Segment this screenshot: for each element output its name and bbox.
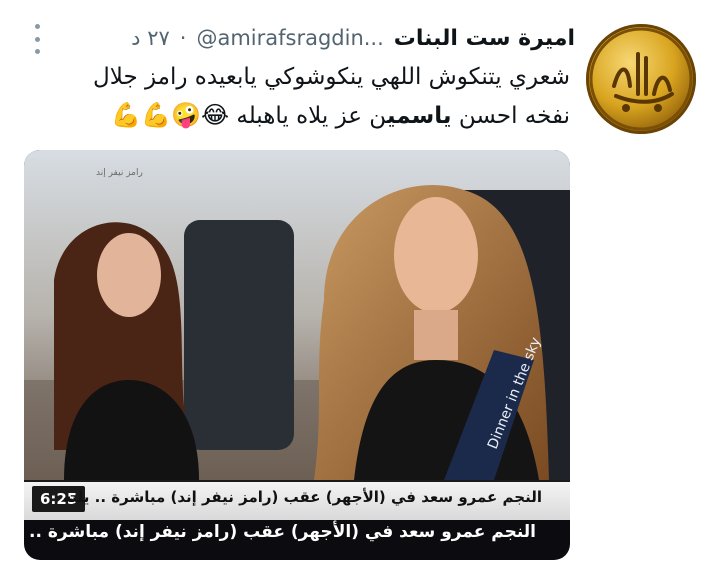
timestamp[interactable]: ٢٧ د xyxy=(131,26,170,50)
watermark: رامز نيفر إند xyxy=(96,168,143,178)
tweet-media-image[interactable]: Dinner in the sky رامز نيفر إند 6:25 الن… xyxy=(24,150,570,560)
separator-dot: · xyxy=(179,26,187,50)
calligraphy-icon xyxy=(589,27,693,131)
tweet-text: شعري يتنكوش اللهي ينكوشوكي يابعيده رامز … xyxy=(30,58,570,135)
user-handle[interactable]: @amirafsragdin... xyxy=(196,26,383,50)
tweet-header: اميرة ست البنات @amirafsragdin... · ٢٧ د xyxy=(30,22,575,54)
ticker-text: النجم عمرو سعد في (الأجهر) عقب (رامز نيف… xyxy=(62,488,542,506)
tweet-line-2: نفخه احسن ياسمين عز يلاه ياهبله 😂🤪💪💪 xyxy=(30,96,570,135)
avatar[interactable] xyxy=(586,24,696,134)
tweet-line-2-end: ن عز يلاه ياهبله xyxy=(229,103,387,129)
tweet-card[interactable]: اميرة ست البنات @amirafsragdin... · ٢٧ د… xyxy=(0,0,720,580)
more-vertical-icon[interactable] xyxy=(30,24,44,54)
display-name[interactable]: اميرة ست البنات xyxy=(394,26,575,51)
tweet-line-1: شعري يتنكوش اللهي ينكوشوكي يابعيده رامز … xyxy=(93,64,570,90)
news-ticker: 6:25 النجم عمرو سعد في (الأجهر) عقب (رام… xyxy=(24,480,570,520)
tweet-bold-word: ياسمي xyxy=(386,103,452,129)
emoji-group: 😂🤪💪💪 xyxy=(111,101,230,129)
headline-caption: النجم عمرو سعد في (الأجهر) عقب (رامز نيف… xyxy=(24,522,536,542)
tweet-line-2-start: نفخه احسن xyxy=(451,103,570,129)
